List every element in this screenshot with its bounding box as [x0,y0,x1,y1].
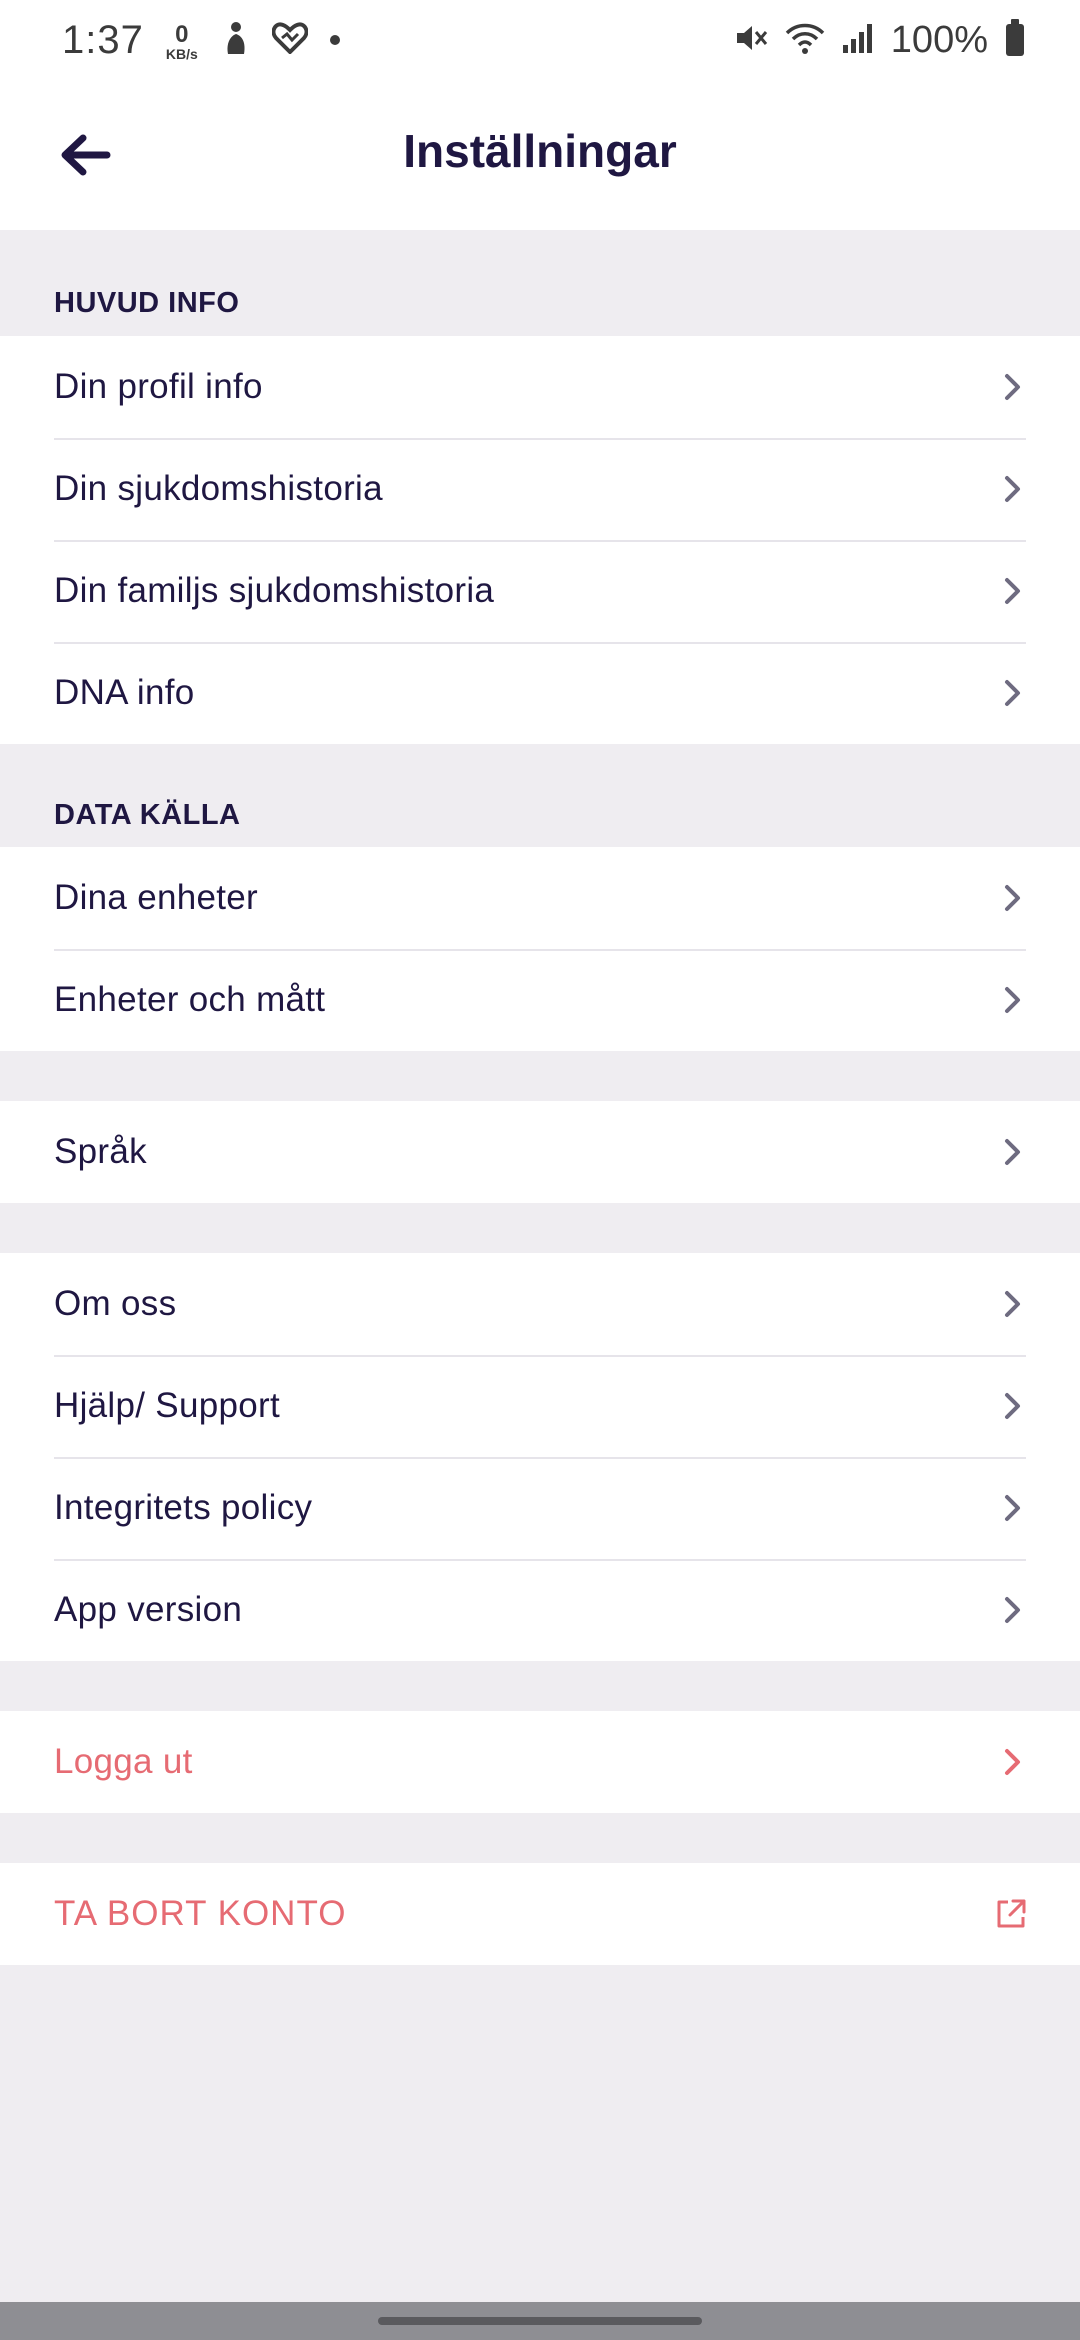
group-logout: Logga ut [0,1711,1080,1813]
external-link-icon [997,1899,1026,1928]
system-navigation-bar [0,2302,1080,2340]
settings-item-label: DNA info [54,673,195,712]
settings-item-label: Dina enheter [54,878,259,917]
settings-item-language[interactable]: Språk [0,1101,1080,1203]
status-bar: 1:37 0 KB/s 100% [0,0,1080,80]
chevron-right-icon [1005,1597,1020,1623]
status-time: 1:37 [62,17,144,62]
delete-account-label: TA BORT KONTO [54,1894,347,1933]
page-title: Inställningar [403,125,677,177]
battery-percentage: 100% [890,18,988,61]
settings-item-label: App version [54,1590,243,1629]
settings-item-app-version[interactable]: App version [0,1559,1080,1661]
chevron-right-icon [1005,1393,1020,1419]
settings-item-devices[interactable]: Dina enheter [0,847,1080,949]
logout-button[interactable]: Logga ut [0,1711,1080,1813]
delete-account-button[interactable]: TA BORT KONTO [0,1863,1080,1965]
group-about: Om oss Hjälp/ Support Integritets policy… [0,1253,1080,1661]
settings-item-label: Enheter och mått [54,980,326,1019]
chevron-right-icon [1005,476,1020,502]
chevron-right-icon [1005,987,1020,1013]
home-handle[interactable] [378,2317,702,2325]
chevron-right-icon [1005,680,1020,706]
settings-item-profile-info[interactable]: Din profil info [0,336,1080,438]
network-speed: 0 KB/s [165,21,198,62]
notification-dot-icon [329,35,340,45]
group-language: Språk [0,1101,1080,1203]
chevron-right-icon [1005,374,1020,400]
wifi-icon [785,21,825,60]
battery-icon [1006,19,1024,56]
settings-item-label: Om oss [54,1284,177,1323]
settings-item-privacy-policy[interactable]: Integritets policy [0,1457,1080,1559]
settings-item-label: Din profil info [54,367,263,406]
notification-heart-icon [271,21,309,59]
settings-item-help-support[interactable]: Hjälp/ Support [0,1355,1080,1457]
settings-item-about-us[interactable]: Om oss [0,1253,1080,1355]
settings-item-label: Hjälp/ Support [54,1386,280,1425]
settings-item-label: Integritets policy [54,1488,313,1527]
logout-label: Logga ut [54,1742,193,1781]
app-bar: Inställningar [0,80,1080,230]
mute-icon [733,20,769,61]
notification-figure-icon [220,20,250,61]
settings-item-label: Din sjukdomshistoria [54,469,383,508]
group-main-info: Din profil info Din sjukdomshistoria Din… [0,336,1080,744]
settings-item-label: Språk [54,1132,147,1171]
settings-item-label: Din familjs sjukdomshistoria [54,571,495,610]
chevron-right-icon [1005,1495,1020,1521]
chevron-right-icon [1005,578,1020,604]
section-header-main-info: HUVUD INFO [54,287,240,319]
chevron-right-icon [1005,1749,1020,1775]
group-data-source: Dina enheter Enheter och mått [0,847,1080,1051]
chevron-right-icon [1005,1291,1020,1317]
signal-icon [841,21,875,60]
section-header-data-source: DATA KÄLLA [54,799,241,831]
settings-item-units[interactable]: Enheter och mått [0,949,1080,1051]
settings-item-medical-history[interactable]: Din sjukdomshistoria [0,438,1080,540]
settings-item-dna-info[interactable]: DNA info [0,642,1080,744]
chevron-right-icon [1005,1139,1020,1165]
group-delete-account: TA BORT KONTO [0,1863,1080,1965]
chevron-right-icon [1005,885,1020,911]
settings-item-family-history[interactable]: Din familjs sjukdomshistoria [0,540,1080,642]
